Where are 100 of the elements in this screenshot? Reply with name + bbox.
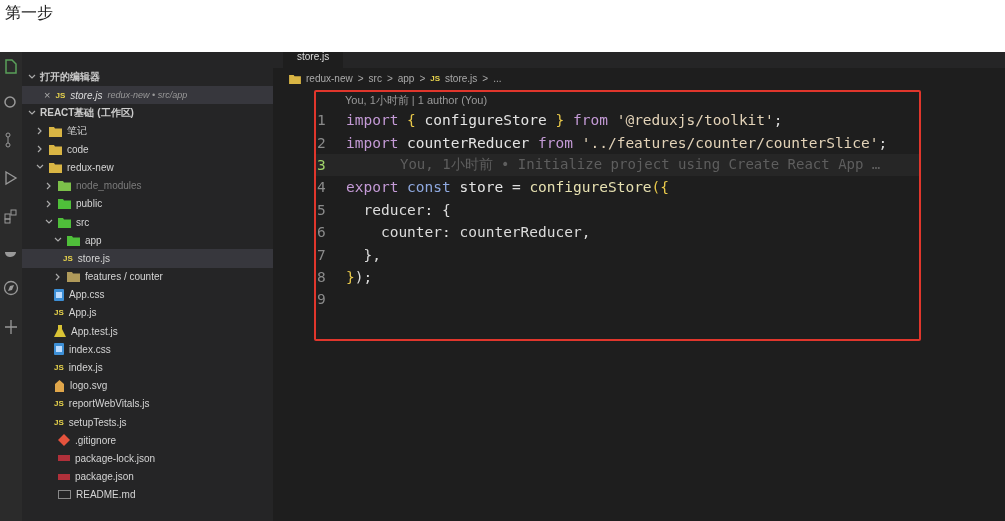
file-name: code <box>67 143 89 155</box>
tree-item[interactable]: src <box>22 212 273 232</box>
line-number: 3 <box>316 156 327 173</box>
line-number: 4 <box>316 179 327 196</box>
tree-item[interactable]: node_modules <box>22 176 273 195</box>
file-name: App.css <box>69 289 105 301</box>
tree-item[interactable]: public <box>22 194 273 213</box>
folder-icon <box>289 73 301 84</box>
breadcrumb-item[interactable]: redux-new <box>306 73 353 84</box>
breadcrumb-separator: > <box>419 73 426 84</box>
tree-item[interactable]: App.test.js <box>22 322 273 341</box>
breadcrumb-item[interactable]: store.js <box>445 73 478 84</box>
tree-item[interactable]: package-lock.json <box>22 449 273 468</box>
breadcrumb-separator: > <box>482 73 489 84</box>
file-name: node_modules <box>76 180 142 192</box>
play-icon[interactable] <box>4 170 18 186</box>
chevron-right-icon[interactable] <box>36 145 44 154</box>
section-header[interactable]: REACT基础 (工作区) <box>40 107 134 119</box>
code-line: import counterReducer from '../features/counter/counterSlice'; <box>346 134 888 151</box>
flask-icon <box>54 325 66 338</box>
close-icon[interactable]: × <box>44 89 51 101</box>
git-icon <box>58 434 70 447</box>
code-line: }); <box>346 268 373 285</box>
line-number: 1 <box>316 112 327 129</box>
tree-item[interactable]: 笔记 <box>22 122 273 141</box>
line-number: 8 <box>316 268 327 285</box>
file-name: store.js <box>77 252 111 264</box>
file-name: index.css <box>69 343 111 355</box>
file-name: App.js <box>68 307 97 319</box>
breadcrumb-separator: > <box>386 73 393 84</box>
tree-item[interactable]: redux-new <box>22 158 273 177</box>
search-icon[interactable] <box>4 96 18 110</box>
file-name: index.js <box>68 362 103 374</box>
open-editor-item[interactable]: × JS store.js redux-new • src/app <box>22 86 273 104</box>
markdown-icon <box>58 490 71 500</box>
file-name: store.js <box>70 89 103 101</box>
line-number: 5 <box>316 201 327 218</box>
tree-item[interactable]: package.json <box>22 467 273 486</box>
tree-item[interactable]: App.css <box>22 285 273 304</box>
css-file-icon <box>54 343 64 356</box>
tree-item[interactable]: JS App.js <box>22 303 273 323</box>
file-name: 笔记 <box>67 124 87 139</box>
file-name: reportWebVitals.js <box>68 398 150 410</box>
tree-item[interactable]: JS store.js <box>22 249 273 268</box>
tree-item[interactable]: .gitignore <box>22 431 273 450</box>
file-name: logo.svg <box>70 380 108 392</box>
chevron-right-icon[interactable] <box>45 199 53 208</box>
js-file-icon: JS <box>54 308 64 318</box>
js-file-icon: JS <box>55 90 66 100</box>
file-name: public <box>76 198 103 210</box>
tree-item[interactable]: JS index.js <box>22 358 273 377</box>
file-name: README.md <box>76 489 136 501</box>
compass-icon[interactable] <box>3 280 19 296</box>
js-file-icon: JS <box>430 74 441 83</box>
chevron-down-icon[interactable] <box>28 109 36 117</box>
chevron-right-icon[interactable] <box>36 127 44 136</box>
tree-item[interactable]: JS reportWebVitals.js <box>22 394 273 413</box>
file-name: setupTests.js <box>68 416 127 428</box>
code-line: }, <box>362 246 381 263</box>
code-line: reducer: { <box>362 201 451 218</box>
code-line: counter: counterReducer, <box>379 224 591 241</box>
file-name: App.test.js <box>71 325 118 337</box>
line-number: 7 <box>316 246 327 263</box>
breadcrumb-item[interactable]: src <box>368 73 382 84</box>
file-name: .gitignore <box>75 434 117 446</box>
npm-icon <box>58 473 70 480</box>
chevron-right-icon[interactable] <box>54 272 62 281</box>
file-name: redux-new <box>67 161 114 173</box>
line-number: 9 <box>316 291 327 308</box>
tree-item[interactable]: README.md <box>22 485 273 504</box>
code-line: export const store = configureStore({ <box>346 179 670 196</box>
line-number: 6 <box>316 224 327 241</box>
file-name: package.json <box>75 471 134 483</box>
file-name: package-lock.json <box>75 452 156 464</box>
files-icon[interactable] <box>4 58 18 74</box>
codelens-text[interactable]: You, 1小时前 | 1 author (You) <box>316 92 919 109</box>
js-file-icon: JS <box>54 399 64 409</box>
tree-item[interactable]: app <box>22 231 273 250</box>
extensions-icon[interactable] <box>4 208 18 224</box>
file-path: redux-new • src/app <box>107 90 188 100</box>
tree-item[interactable]: features / counter <box>22 267 273 286</box>
line-number: 2 <box>316 134 327 151</box>
tree-item[interactable]: logo.svg <box>22 376 273 395</box>
page-heading: 第一步 <box>4 2 54 24</box>
tree-item[interactable]: code <box>22 140 273 159</box>
breadcrumb-item[interactable]: ... <box>493 73 502 84</box>
chevron-down-icon[interactable] <box>28 73 36 81</box>
tree-item[interactable]: JS setupTests.js <box>22 413 273 432</box>
js-file-icon: JS <box>54 417 64 427</box>
js-file-icon: JS <box>63 253 73 263</box>
file-name: app <box>85 234 102 246</box>
file-name: features / counter <box>85 271 163 283</box>
section-header[interactable]: 打开的编辑器 <box>40 71 100 83</box>
npm-icon <box>58 455 70 462</box>
breadcrumb-item[interactable]: app <box>397 73 415 84</box>
code-line: import { configureStore } from '@reduxjs/toolkit'; <box>346 112 783 129</box>
file-name: src <box>76 216 90 228</box>
tree-item[interactable]: index.css <box>22 340 273 359</box>
chevron-right-icon[interactable] <box>45 181 53 190</box>
editor-tab[interactable]: store.js <box>283 52 344 68</box>
